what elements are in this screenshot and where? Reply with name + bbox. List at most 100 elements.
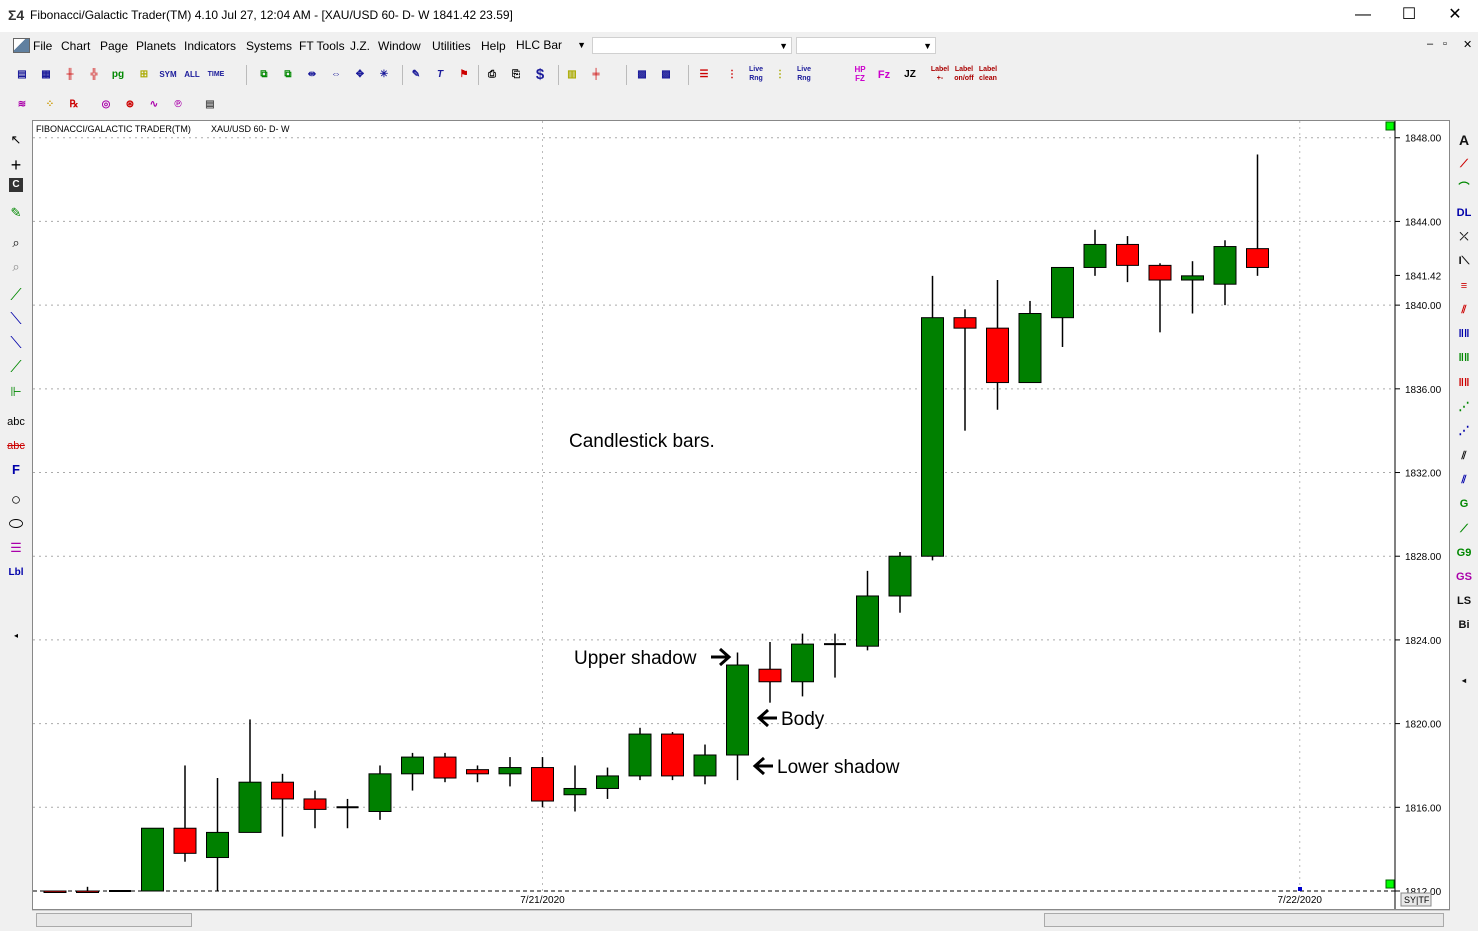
cursor-c-icon[interactable]: C <box>9 178 23 192</box>
pg-icon[interactable]: pg <box>108 65 128 85</box>
menu-systems[interactable]: Systems <box>246 39 292 53</box>
channel-icon[interactable]: ⟋ <box>5 358 27 378</box>
hp-fz-button[interactable]: HP FZ <box>850 65 870 85</box>
label-onoff-button[interactable]: Label on/off <box>954 65 974 85</box>
mdi-restore-button[interactable]: ▫ <box>1443 38 1447 50</box>
crosshair-tool-icon[interactable]: + <box>5 155 27 175</box>
dollar-button[interactable]: $ <box>530 65 550 85</box>
bi-button[interactable]: Bi <box>1452 615 1476 635</box>
mdi-minimize-button[interactable]: – <box>1427 38 1433 50</box>
fan-icon[interactable]: ⟋ <box>1452 154 1476 174</box>
sytf-indicator[interactable]: SY|TF <box>1400 892 1432 907</box>
print-preview-icon[interactable]: ⎘ <box>506 65 526 85</box>
menu-jz[interactable]: J.Z. <box>350 39 370 53</box>
ohlc-icon[interactable]: ╬ <box>84 65 104 85</box>
text-abc-icon[interactable]: abc <box>5 412 27 432</box>
scrollbar-thumb-right[interactable] <box>1044 913 1444 927</box>
menu-ft-tools[interactable]: FT Tools <box>299 39 345 53</box>
label-clean-button[interactable]: Label clean <box>978 65 998 85</box>
print-icon[interactable]: ⎙ <box>482 65 502 85</box>
new-chart-icon[interactable]: ▤ <box>12 65 32 85</box>
i-line-icon[interactable]: I⟍ <box>1452 251 1476 271</box>
vertical-lines2-icon[interactable]: ‖‖ <box>1452 348 1476 368</box>
menu-indicators[interactable]: Indicators <box>184 39 236 53</box>
delete-text-icon[interactable]: abc <box>5 436 27 456</box>
jz-button[interactable]: JZ <box>900 65 920 85</box>
ray-icon[interactable]: ⟍ <box>5 334 27 354</box>
bar-type-select[interactable]: HLC Bar ▼ <box>513 37 589 54</box>
time-button[interactable]: TIME <box>206 65 226 85</box>
target-icon[interactable]: ◎ <box>96 95 116 115</box>
maximize-button[interactable]: ☐ <box>1386 0 1432 32</box>
menu-help[interactable]: Help <box>481 39 506 53</box>
scroll-right-icon[interactable]: ◂ <box>1452 671 1476 691</box>
arc-icon[interactable]: ⌒ <box>1452 178 1476 198</box>
traffic-icon[interactable]: ⚑ <box>454 65 474 85</box>
pointer-icon[interactable]: ↖ <box>5 130 27 150</box>
trendline-down-icon[interactable]: ⟍ <box>5 310 27 330</box>
fan-green-icon[interactable]: ⟋ <box>1452 519 1476 539</box>
panel-icon[interactable]: ▤ <box>200 95 220 115</box>
waves-icon[interactable]: ≋ <box>12 95 32 115</box>
menu-page[interactable]: Page <box>100 39 128 53</box>
live-range-button[interactable]: Live Rng <box>746 65 766 85</box>
wheel-icon[interactable]: ⊛ <box>120 95 140 115</box>
menu-utilities[interactable]: Utilities <box>432 39 471 53</box>
horizontal-scrollbar[interactable] <box>32 910 1450 929</box>
zoom-icon[interactable]: ✥ <box>350 65 370 85</box>
fib-icon[interactable]: F <box>5 460 27 480</box>
gann-fan-icon[interactable]: ≡ <box>1452 276 1476 296</box>
trendline-icon[interactable]: ⟋ <box>5 286 27 306</box>
fz-button[interactable]: Fz <box>874 65 894 85</box>
zoom-in-icon[interactable]: ⌕ <box>5 233 27 253</box>
menu-file[interactable]: File <box>33 39 52 53</box>
link2-icon[interactable]: ⧉ <box>278 65 298 85</box>
resize-handle-top[interactable] <box>1385 121 1395 131</box>
circle-icon[interactable]: ○ <box>5 490 27 510</box>
label-plus-minus-button[interactable]: Label +- <box>930 65 950 85</box>
vertical-lines-icon[interactable]: ‖‖ <box>1452 324 1476 344</box>
ls-button[interactable]: LS <box>1452 591 1476 611</box>
scrollbar-thumb-left[interactable] <box>36 913 192 927</box>
diagonal-lines-icon[interactable]: ⫽ <box>1452 300 1476 320</box>
menu-window[interactable]: Window <box>378 39 421 53</box>
open-chart-icon[interactable]: ▦ <box>36 65 56 85</box>
resize-handle-bottom[interactable] <box>1385 879 1395 889</box>
angle-a-icon[interactable]: A <box>1452 130 1476 150</box>
planets-icon[interactable]: ⁘ <box>40 95 60 115</box>
lines-icon[interactable]: ☰ <box>5 538 27 558</box>
minimize-button[interactable]: — <box>1340 0 1386 32</box>
expand-icon[interactable]: ⇔ <box>326 65 346 85</box>
chart-layout-icon[interactable]: ▩ <box>632 65 652 85</box>
p-icon[interactable]: ℗ <box>168 95 188 115</box>
steps2-icon[interactable]: ⋰ <box>1452 421 1476 441</box>
eraser-icon[interactable]: ✎ <box>5 203 27 223</box>
bars-red-icon[interactable]: ☰ <box>694 65 714 85</box>
g-box-icon[interactable]: G <box>1452 494 1476 514</box>
zoom-out-icon[interactable]: ⌕ <box>5 257 27 277</box>
cross-lines-icon[interactable]: ⤫ <box>1452 227 1476 247</box>
dots-icon[interactable]: ⋮ <box>770 65 790 85</box>
scroll-left-icon[interactable]: ◂ <box>5 626 27 646</box>
menu-chart[interactable]: Chart <box>61 39 90 53</box>
bars-icon[interactable]: ▥ <box>562 65 582 85</box>
grid-icon[interactable]: ⊞ <box>134 65 154 85</box>
gs-button[interactable]: GS <box>1452 567 1476 587</box>
all-button[interactable]: ALL <box>182 65 202 85</box>
steps-icon[interactable]: ⋰ <box>1452 397 1476 417</box>
menu-planets[interactable]: Planets <box>136 39 176 53</box>
symbol-select[interactable]: ▼ <box>592 37 792 54</box>
live-range2-button[interactable]: Live Rng <box>794 65 814 85</box>
sym-button[interactable]: SYM <box>158 65 178 85</box>
hlc-icon[interactable]: ╫ <box>60 65 80 85</box>
candlestick-chart[interactable]: FIBONACCI/GALACTIC TRADER(TM) XAU/USD 60… <box>33 121 1449 909</box>
crosshair-icon[interactable]: ✳ <box>374 65 394 85</box>
diagonal-icon[interactable]: ⫽ <box>1452 446 1476 466</box>
pen-icon[interactable]: ✎ <box>406 65 426 85</box>
close-button[interactable]: ✕ <box>1432 0 1478 32</box>
timeframe-select[interactable]: ▼ <box>796 37 936 54</box>
dl-button[interactable]: DL <box>1452 203 1476 223</box>
candles-icon[interactable]: ╪ <box>586 65 606 85</box>
compress-icon[interactable]: ⇹ <box>302 65 322 85</box>
fork-icon[interactable]: ⊩ <box>5 382 27 402</box>
